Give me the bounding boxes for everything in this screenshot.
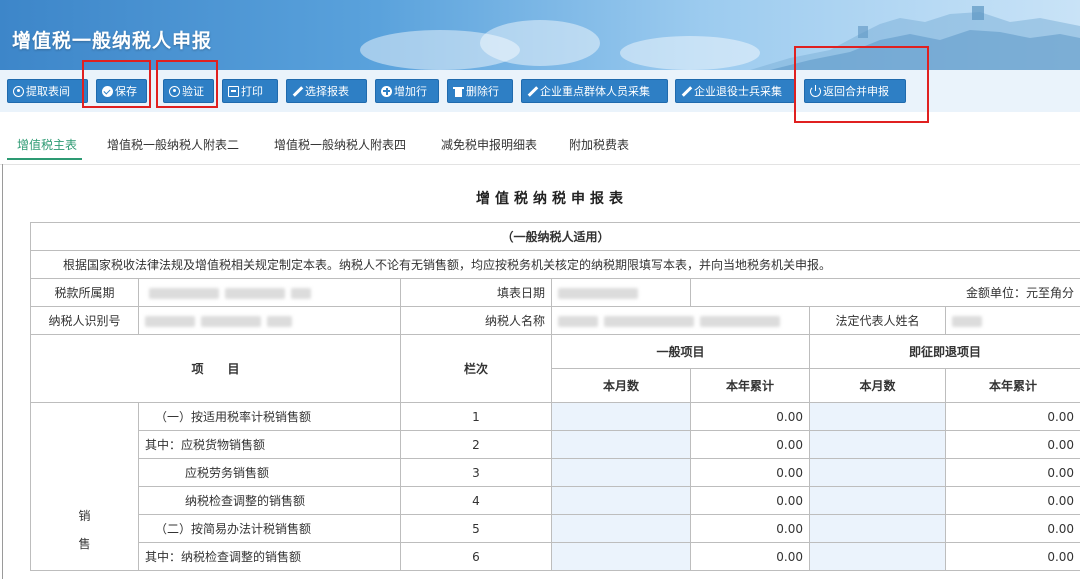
general-month-input[interactable] [551, 402, 691, 431]
refund-ytd-value: 0.00 [944, 430, 1080, 459]
row-number: 4 [400, 486, 552, 515]
refund-items-header: 即征即退项目 [808, 334, 1080, 369]
toolbar: 提取表间 保存 验证 打印 选择报表 增加行 删除行 企业重点群体人员采集 企业… [0, 70, 1080, 112]
form-subtitle: （一般纳税人适用） [29, 222, 1080, 251]
general-ytd-header: 本年累计 [690, 368, 810, 403]
tab-reduction-details[interactable]: 减免税申报明细表 [441, 136, 537, 153]
general-items-header: 一般项目 [551, 334, 810, 369]
app-header: 增值税一般纳税人申报 [0, 0, 1080, 70]
refund-month-header: 本月数 [809, 368, 946, 403]
refund-month-input[interactable] [809, 430, 946, 459]
row-label: （二）按简易办法计税销售额 [138, 514, 401, 543]
legal-rep-value [944, 306, 1080, 335]
refund-month-input[interactable] [809, 402, 946, 431]
table-row: 其中：纳税检查调整的销售额 6 0.00 0.00 [31, 542, 1080, 571]
refund-month-input[interactable] [809, 458, 946, 487]
refund-ytd-value: 0.00 [944, 402, 1080, 431]
tab-schedule-4[interactable]: 增值税一般纳税人附表四 [274, 136, 406, 153]
general-ytd-value: 0.00 [690, 402, 810, 431]
row-number: 3 [400, 458, 552, 487]
key-group-collect-button[interactable]: 企业重点群体人员采集 [521, 79, 668, 103]
general-ytd-value: 0.00 [690, 458, 810, 487]
table-row: （二）按简易办法计税销售额 5 0.00 0.00 [31, 514, 1080, 543]
period-label: 税款所属期 [30, 278, 139, 307]
refund-ytd-value: 0.00 [944, 458, 1080, 487]
refund-month-input[interactable] [809, 514, 946, 543]
table-row: 纳税检查调整的销售额 4 0.00 0.00 [31, 486, 1080, 515]
trash-icon [453, 86, 464, 97]
circle-dot-icon [169, 85, 180, 97]
general-month-input[interactable] [551, 458, 691, 487]
table-row: 应税劳务销售额 3 0.00 0.00 [31, 458, 1080, 487]
row-label: 应税劳务销售额 [138, 458, 401, 487]
form-notice: 根据国家税收法律法规及增值税相关规定制定本表。纳税人不论有无销售额，均应按税务机… [29, 250, 1080, 279]
general-ytd-value: 0.00 [690, 486, 810, 515]
veteran-collect-button[interactable]: 企业退役士兵采集 [675, 79, 795, 103]
tab-surcharges[interactable]: 附加税费表 [569, 136, 629, 153]
fetch-tables-button[interactable]: 提取表间 [7, 79, 88, 103]
general-month-input[interactable] [551, 430, 691, 459]
report-tabs: 增值税主表 增值税一般纳税人附表二 增值税一般纳税人附表四 减免税申报明细表 附… [0, 122, 1080, 165]
row-number: 6 [400, 542, 552, 571]
tab-schedule-2[interactable]: 增值税一般纳税人附表二 [107, 136, 239, 153]
save-button[interactable]: 保存 [96, 79, 147, 103]
tax-id-value [138, 306, 401, 335]
add-row-button[interactable]: 增加行 [375, 79, 439, 103]
refund-ytd-value: 0.00 [944, 514, 1080, 543]
return-combined-declaration-button[interactable]: 返回合并申报 [804, 79, 906, 103]
validate-button[interactable]: 验证 [163, 79, 214, 103]
fill-date-label: 填表日期 [400, 278, 552, 307]
row-label: 纳税检查调整的销售额 [138, 486, 401, 515]
general-ytd-value: 0.00 [690, 430, 810, 459]
taxpayer-name-value [551, 306, 810, 335]
refund-month-input[interactable] [809, 542, 946, 571]
table-row: 其中：应税货物销售额 2 0.00 0.00 [31, 430, 1080, 459]
general-month-input[interactable] [551, 486, 691, 515]
general-month-input[interactable] [551, 514, 691, 543]
row-number: 2 [400, 430, 552, 459]
pencil-icon [681, 86, 692, 97]
delete-row-button[interactable]: 删除行 [447, 79, 513, 103]
plus-circle-icon [381, 85, 392, 97]
taxpayer-name-label: 纳税人名称 [400, 306, 552, 335]
active-tab-indicator [7, 158, 82, 160]
amount-unit-label: 金额单位：元至角分 [689, 278, 1080, 307]
content-border [2, 164, 3, 579]
pencil-icon [292, 86, 303, 97]
refund-month-input[interactable] [809, 486, 946, 515]
power-icon [810, 84, 821, 97]
general-month-input[interactable] [551, 542, 691, 571]
tab-vat-main[interactable]: 增值税主表 [17, 136, 77, 153]
sales-section-label: 销 售 [30, 402, 139, 571]
refund-ytd-value: 0.00 [944, 486, 1080, 515]
circle-dot-icon [13, 85, 24, 97]
row-number: 5 [400, 514, 552, 543]
row-label: 其中：纳税检查调整的销售额 [138, 542, 401, 571]
row-label: 其中：应税货物销售额 [138, 430, 401, 459]
print-icon [228, 85, 239, 97]
declaration-table: （一般纳税人适用） 根据国家税收法律法规及增值税相关规定制定本表。纳税人不论有无… [29, 222, 1080, 571]
general-month-header: 本月数 [551, 368, 691, 403]
row-label: （一）按适用税率计税销售额 [138, 402, 401, 431]
form-title: 增值税纳税申报表 [476, 191, 628, 207]
column-number-header: 栏次 [400, 334, 552, 403]
great-wall-graphic [750, 6, 1080, 70]
table-row: 销 售 （一）按适用税率计税销售额 1 0.00 0.00 [30, 402, 1080, 571]
pencil-icon [527, 86, 538, 97]
row-number: 1 [400, 402, 552, 431]
print-button[interactable]: 打印 [222, 79, 278, 103]
refund-ytd-value: 0.00 [944, 542, 1080, 571]
check-icon [102, 85, 113, 97]
app-title: 增值税一般纳税人申报 [12, 30, 213, 52]
item-header: 项 目 [30, 334, 401, 403]
fill-date-value [551, 278, 691, 307]
general-ytd-value: 0.00 [690, 514, 810, 543]
tax-id-label: 纳税人识别号 [30, 306, 139, 335]
refund-ytd-header: 本年累计 [944, 368, 1080, 403]
legal-rep-label: 法定代表人姓名 [809, 306, 946, 335]
select-report-button[interactable]: 选择报表 [286, 79, 367, 103]
general-ytd-value: 0.00 [690, 542, 810, 571]
period-value [138, 278, 401, 307]
